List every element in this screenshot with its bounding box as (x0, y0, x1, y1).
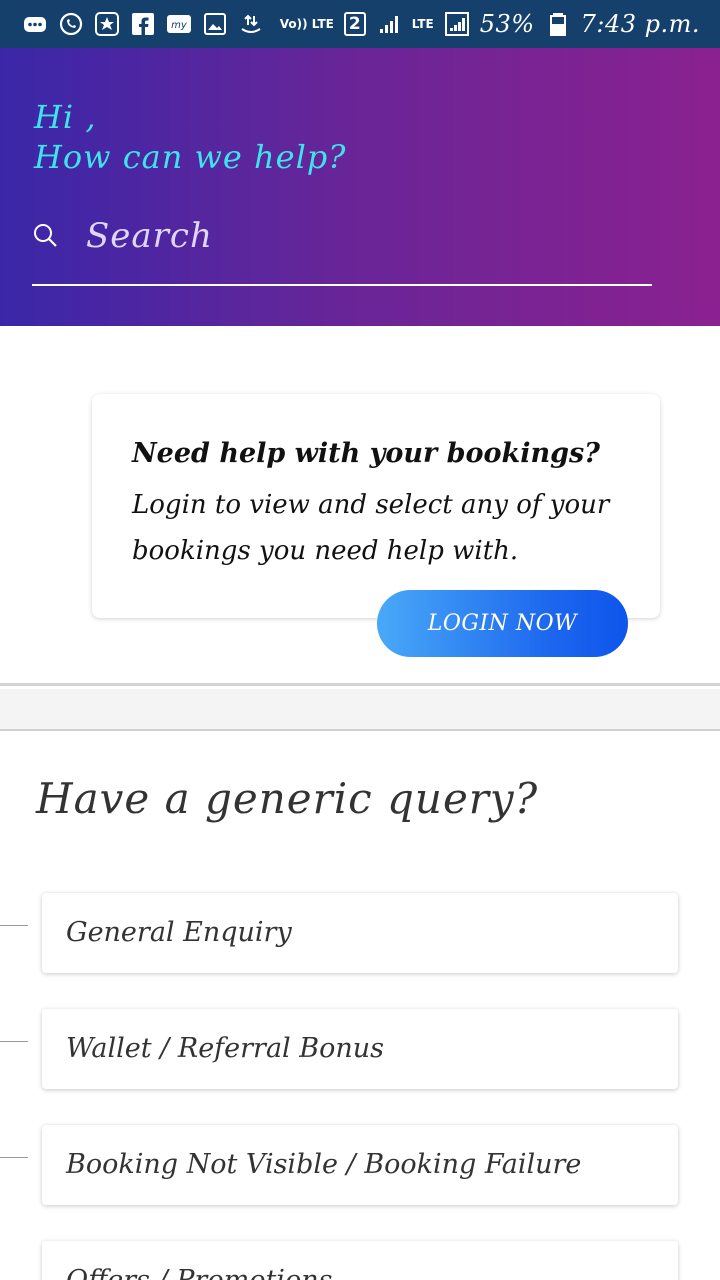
status-bar: my Vo)) LTE 2 LTE 53% 7:43 p.m. (0, 0, 720, 48)
search-icon (32, 222, 58, 248)
divider (0, 1041, 28, 1042)
network-type: LTE (411, 17, 434, 31)
volte-indicator: Vo)) LTE (279, 17, 334, 31)
greeting: Hi , (34, 98, 97, 136)
notification-icons: my (22, 11, 264, 37)
sim-indicator: 2 (343, 12, 366, 36)
search-input[interactable] (86, 208, 626, 264)
booking-help-card: Need help with your bookings? Login to v… (92, 394, 660, 618)
query-item-label: Offers / Promotions (66, 1265, 332, 1280)
divider (0, 925, 28, 926)
clock: 7:43 p.m. (580, 10, 700, 38)
star-app-icon (94, 11, 120, 37)
query-item-label: General Enquiry (66, 917, 292, 948)
query-item-booking-failure[interactable]: Booking Not Visible / Booking Failure (42, 1125, 678, 1205)
signal-2-icon (444, 11, 470, 37)
query-item-general-enquiry[interactable]: General Enquiry (42, 893, 678, 973)
help-prompt: How can we help? (34, 138, 347, 176)
svg-text:my: my (171, 20, 188, 31)
gallery-icon (202, 11, 228, 37)
search-bar[interactable] (32, 208, 652, 286)
signal-icon (376, 11, 402, 37)
login-now-button[interactable]: LOGIN NOW (377, 590, 628, 657)
system-indicators: Vo)) LTE 2 LTE 53% 7:43 p.m. (280, 10, 700, 38)
facebook-icon (130, 11, 156, 37)
booking-help-description: Login to view and select any of your boo… (132, 490, 610, 566)
section-divider (0, 689, 720, 731)
data-transfer-icon (238, 11, 264, 37)
my-app-icon: my (166, 11, 192, 37)
query-item-offers-promotions[interactable]: Offers / Promotions (42, 1241, 678, 1280)
whatsapp-icon (58, 11, 84, 37)
help-header: Hi , How can we help? (0, 48, 720, 326)
query-item-label: Wallet / Referral Bonus (66, 1033, 385, 1064)
query-item-wallet-referral[interactable]: Wallet / Referral Bonus (42, 1009, 678, 1089)
battery-percent: 53% (479, 10, 535, 38)
divider (0, 1157, 28, 1158)
generic-query-title: Have a generic query? (36, 774, 539, 823)
query-item-label: Booking Not Visible / Booking Failure (66, 1149, 582, 1180)
booking-help-title: Need help with your bookings? (132, 438, 601, 469)
messages-icon (22, 11, 48, 37)
battery-icon (545, 11, 571, 37)
